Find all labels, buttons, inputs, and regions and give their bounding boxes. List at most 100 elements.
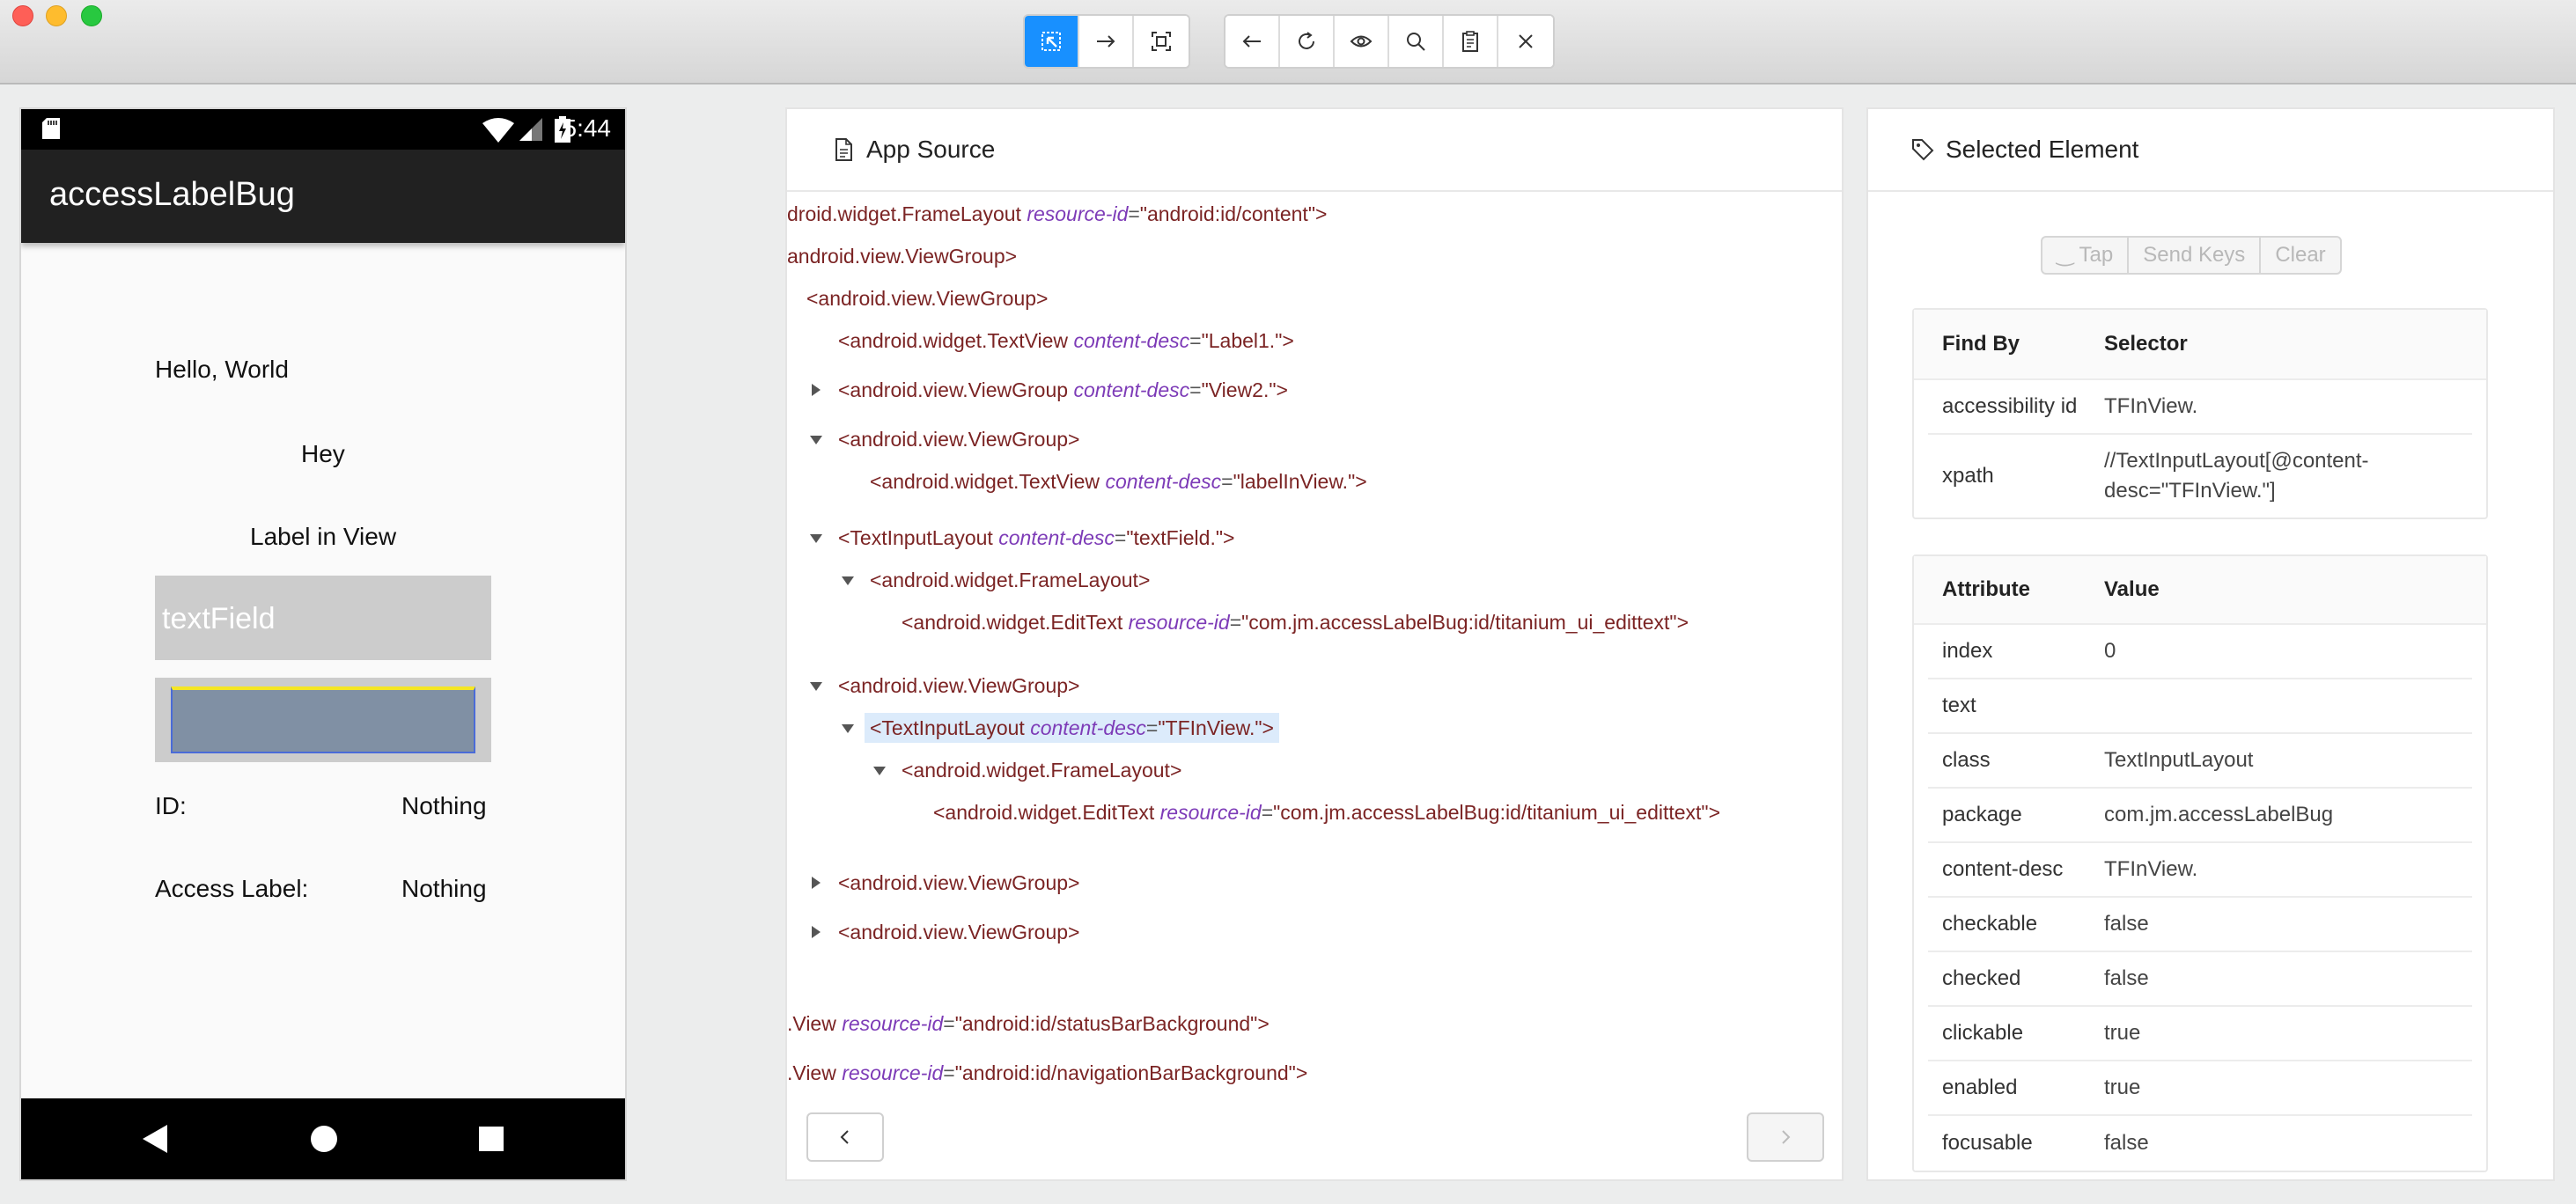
source-node[interactable]: <android.widget.FrameLayout> — [870, 565, 1150, 595]
app-source-panel: App Source droid.widget.FrameLayout reso… — [785, 107, 1844, 1181]
tag-icon — [1912, 139, 1934, 161]
select-element-icon — [1041, 32, 1061, 51]
row-key: checked — [1942, 966, 2021, 990]
source-node[interactable]: <android.view.ViewGroup> — [806, 283, 1048, 313]
nav-back-icon[interactable] — [143, 1125, 169, 1153]
copy-source-button[interactable] — [1444, 16, 1498, 67]
selected-element-header: Selected Element — [1868, 109, 2553, 192]
tap-coordinates-button[interactable] — [1134, 16, 1189, 67]
nav-home-icon[interactable] — [310, 1125, 338, 1153]
hello-label[interactable]: Hello, World — [155, 356, 289, 384]
hey-label[interactable]: Hey — [301, 440, 345, 468]
minimize-window-button[interactable] — [46, 5, 67, 26]
close-icon — [1519, 34, 1533, 48]
source-node[interactable]: droid.widget.FrameLayout resource-id="an… — [787, 199, 1327, 229]
file-text-icon — [835, 138, 852, 161]
refresh-button[interactable] — [1280, 16, 1335, 67]
source-node[interactable]: .View resource-id="android:id/statusBarB… — [787, 1009, 1270, 1039]
row-value: //TextInputLayout[@content-desc="TFInVie… — [2104, 449, 2369, 503]
device-screenshot[interactable]: 5:44 accessLabelBug Hello, World Hey Lab… — [19, 107, 627, 1181]
next-button[interactable] — [1747, 1112, 1824, 1162]
source-node[interactable]: <android.widget.TextView content-desc="L… — [838, 326, 1294, 356]
wifi-icon — [482, 118, 514, 143]
textfield-input[interactable]: textField — [155, 576, 491, 660]
source-node[interactable]: <android.view.ViewGroup content-desc="Vi… — [838, 375, 1288, 405]
caret-down-icon[interactable] — [810, 436, 822, 444]
table-row: focusable false — [1928, 1116, 2472, 1171]
eye-icon — [1350, 35, 1373, 48]
source-node[interactable]: <TextInputLayout content-desc="TFInView.… — [865, 713, 1279, 743]
table-row: enabled true — [1928, 1061, 2472, 1116]
row-value: TextInputLayout — [2104, 748, 2254, 772]
id-value: Nothing — [401, 792, 487, 819]
swipe-button[interactable] — [1079, 16, 1134, 67]
table-row: xpath //TextInputLayout[@content-desc="TF… — [1928, 435, 2472, 518]
row-key: content-desc — [1942, 857, 2064, 881]
search-button[interactable] — [1389, 16, 1444, 67]
find-by-table: Find By Selector accessibility id TFInVie… — [1912, 308, 2488, 519]
table-row: content-desc TFInView. — [1928, 843, 2472, 898]
app-title: accessLabelBug — [49, 176, 295, 213]
action-toolbar — [1224, 14, 1555, 69]
source-node[interactable]: <android.view.ViewGroup> — [838, 671, 1079, 701]
table-row: accessibility id TFInView. — [1928, 380, 2472, 435]
source-node[interactable]: <android.view.ViewGroup> — [838, 424, 1079, 454]
send-keys-button[interactable]: Send Keys — [2129, 238, 2262, 273]
app-action-bar: accessLabelBug — [21, 150, 625, 243]
caret-down-icon[interactable] — [810, 534, 822, 543]
caret-right-icon[interactable] — [812, 384, 821, 396]
nav-recents-icon[interactable] — [479, 1127, 504, 1151]
zoom-window-button[interactable] — [81, 5, 102, 26]
window-titlebar — [0, 0, 2576, 84]
caret-right-icon[interactable] — [812, 877, 821, 889]
tap-button[interactable]: ‿ Tap — [2042, 238, 2130, 273]
source-node[interactable]: <android.widget.TextView content-desc="l… — [870, 466, 1367, 496]
prev-button[interactable] — [806, 1112, 884, 1162]
source-node[interactable]: android.view.ViewGroup> — [787, 241, 1017, 271]
row-key: index — [1942, 639, 1993, 663]
access-value: Nothing — [401, 875, 487, 902]
app-source-title: App Source — [866, 136, 996, 163]
caret-down-icon[interactable] — [810, 682, 822, 691]
toggle-visibility-button[interactable] — [1335, 16, 1389, 67]
table-row: clickable true — [1928, 1007, 2472, 1061]
caret-down-icon[interactable] — [842, 576, 854, 585]
row-value: TFInView. — [2104, 857, 2198, 881]
clear-button[interactable]: Clear — [2261, 238, 2339, 273]
table-row: class TextInputLayout — [1928, 734, 2472, 789]
close-window-button[interactable] — [12, 5, 33, 26]
chevron-right-icon — [1782, 1130, 1791, 1144]
source-tree: droid.widget.FrameLayout resource-id="an… — [787, 192, 1842, 1084]
source-node[interactable]: <android.view.ViewGroup> — [838, 917, 1079, 947]
selected-element-title: Selected Element — [1946, 136, 2139, 163]
selected-element-highlight[interactable] — [171, 686, 475, 753]
table-row: checkable false — [1928, 898, 2472, 952]
select-element-button[interactable] — [1025, 16, 1079, 67]
row-key: package — [1942, 803, 2022, 826]
source-node[interactable]: <android.view.ViewGroup> — [838, 868, 1079, 898]
table-row: package com.jm.accessLabelBug — [1928, 789, 2472, 843]
source-node[interactable]: .View resource-id="android:id/navigation… — [787, 1058, 1307, 1088]
row-key: text — [1942, 694, 1976, 717]
refresh-icon — [1299, 32, 1314, 49]
caret-down-icon[interactable] — [842, 724, 854, 733]
label-in-view[interactable]: Label in View — [250, 523, 396, 551]
table-row: index 0 — [1928, 625, 2472, 679]
tfinview-input[interactable] — [155, 678, 491, 762]
caret-right-icon[interactable] — [812, 926, 821, 938]
caret-down-icon[interactable] — [873, 767, 886, 775]
swipe-arrow-icon — [1097, 35, 1115, 48]
source-node[interactable]: <android.widget.EditText resource-id="co… — [902, 607, 1689, 637]
back-button[interactable] — [1225, 16, 1280, 67]
quit-session-button[interactable] — [1498, 16, 1553, 67]
textfield-hint: textField — [162, 602, 276, 635]
source-node[interactable]: <android.widget.FrameLayout> — [902, 755, 1181, 785]
element-actions: ‿ Tap Send Keys Clear — [2041, 236, 2342, 275]
row-key: xpath — [1942, 464, 1994, 488]
source-node[interactable]: <TextInputLayout content-desc="textField… — [838, 523, 1234, 553]
source-node[interactable]: <android.widget.EditText resource-id="co… — [933, 797, 1720, 827]
row-value: com.jm.accessLabelBug — [2104, 803, 2334, 826]
attributes-header: Attribute Value — [1914, 556, 2486, 625]
row-value: false — [2104, 1131, 2149, 1155]
back-arrow-icon — [1242, 35, 1261, 48]
